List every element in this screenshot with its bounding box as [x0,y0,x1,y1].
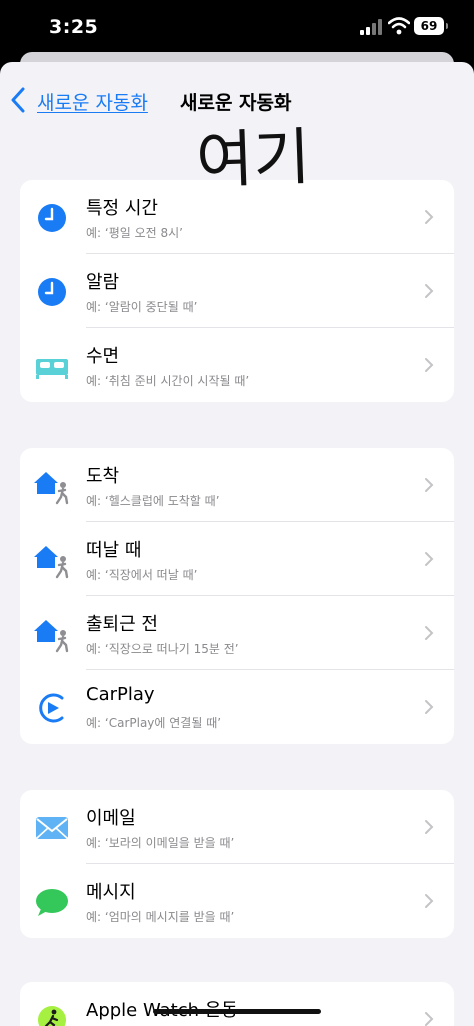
chevron-right-icon [425,210,434,224]
home-person-icon [34,620,69,653]
workout-icon [38,1006,66,1026]
status-time: 3:25 [49,16,99,38]
clock-icon [38,278,66,306]
row-subtitle: 예: ‘직장에서 떠날 때’ [86,568,198,582]
wifi-icon [388,17,410,35]
group-watch: Apple Watch 운동 [20,982,454,1026]
list-item-sleep[interactable]: 수면 예: ‘취침 준비 시간이 시작될 때’ [20,328,454,402]
row-subtitle: 예: ‘엄마의 메시지를 받을 때’ [86,910,235,924]
row-subtitle: 예: ‘알람이 중단될 때’ [86,300,198,314]
bed-icon [36,359,68,379]
chevron-right-icon [425,820,434,834]
back-button[interactable]: 새로운 자동화 [37,88,148,115]
clock-icon [38,204,66,232]
row-title: 이메일 [86,808,136,829]
row-title: 수면 [86,346,120,367]
battery-indicator: 69 [414,17,448,35]
row-subtitle: 예: ‘CarPlay에 연결될 때’ [86,716,222,730]
chevron-right-icon [425,1012,434,1026]
chevron-right-icon [425,700,434,714]
back-chevron-icon[interactable] [10,87,26,113]
list-item-carplay[interactable]: CarPlay 예: ‘CarPlay에 연결될 때’ [20,670,454,744]
row-title: 특정 시간 [86,198,158,219]
group-communication: 이메일 예: ‘보라의 이메일을 받을 때’ 메시지 예: ‘엄마의 메시지를 … [20,790,454,938]
row-title: 출퇴근 전 [86,614,158,635]
list-item-before-commute[interactable]: 출퇴근 전 예: ‘직장으로 떠나기 15분 전’ [20,596,454,670]
row-subtitle: 예: ‘직장으로 떠나기 15분 전’ [86,642,239,656]
row-subtitle: 예: ‘보라의 이메일을 받을 때’ [86,836,235,850]
list-item-email[interactable]: 이메일 예: ‘보라의 이메일을 받을 때’ [20,790,454,864]
chevron-right-icon [425,552,434,566]
list-item-leave[interactable]: 떠날 때 예: ‘직장에서 떠날 때’ [20,522,454,596]
list-item-alarm[interactable]: 알람 예: ‘알람이 중단될 때’ [20,254,454,328]
chevron-right-icon [425,284,434,298]
chevron-right-icon [425,358,434,372]
mail-icon [36,817,68,839]
home-indicator [153,1009,321,1014]
row-title: 떠날 때 [86,540,142,561]
row-title: 메시지 [86,882,136,903]
status-bar: 3:25 69 [0,0,474,54]
chevron-right-icon [425,626,434,640]
row-subtitle: 예: ‘취침 준비 시간이 시작될 때’ [86,374,250,388]
row-title: 알람 [86,272,120,293]
row-title: 도착 [86,466,120,487]
list-item-arrive[interactable]: 도착 예: ‘헬스클럽에 도착할 때’ [20,448,454,522]
group-time: 특정 시간 예: ‘평일 오전 8시’ 알람 예: ‘알람이 중단될 때’ 수면… [20,180,454,402]
list-item-apple-watch-workout[interactable]: Apple Watch 운동 [20,982,454,1026]
cellular-signal-icon [360,19,382,35]
automation-sheet: 새로운 자동화 새로운 자동화 특정 시간 예: ‘평일 오전 8시’ 알람 예… [0,62,474,1026]
row-subtitle: 예: ‘헬스클럽에 도착할 때’ [86,494,220,508]
chevron-right-icon [425,894,434,908]
row-title: CarPlay [86,684,155,705]
chevron-right-icon [425,478,434,492]
group-location: 도착 예: ‘헬스클럽에 도착할 때’ 떠날 때 예: ‘직장에서 떠날 때’ … [20,448,454,744]
list-item-message[interactable]: 메시지 예: ‘엄마의 메시지를 받을 때’ [20,864,454,938]
message-icon [36,889,68,916]
row-subtitle: 예: ‘평일 오전 8시’ [86,226,183,240]
home-person-icon [34,546,69,579]
carplay-icon [39,693,64,723]
handwritten-annotation: 여기 [194,120,312,197]
home-person-icon [34,472,69,505]
